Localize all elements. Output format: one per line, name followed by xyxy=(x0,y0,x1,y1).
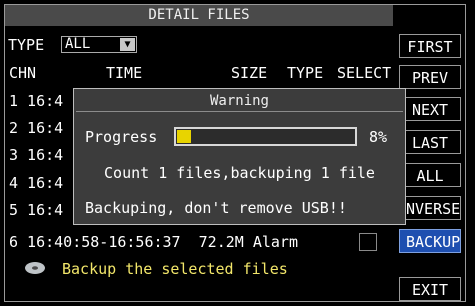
table-row[interactable]: 3 16:4 xyxy=(9,146,63,164)
table-row[interactable]: 5 16:4 xyxy=(9,201,63,219)
all-button[interactable]: ALL xyxy=(399,163,461,187)
progress-percent: 8% xyxy=(369,128,388,146)
progress-label: Progress xyxy=(85,128,158,146)
first-button[interactable]: FIRST xyxy=(399,34,461,58)
footer-hint: Backup the selected files xyxy=(62,260,288,278)
next-button[interactable]: NEXT xyxy=(399,97,461,121)
table-row[interactable]: 6 16:40:58-16:56:37 72.2M Alarm xyxy=(9,233,298,251)
chevron-down-icon[interactable]: ▼ xyxy=(120,38,135,51)
usb-warning-text: Backuping, don't remove USB!! xyxy=(85,199,347,217)
backup-count-text: Count 1 files,backuping 1 file xyxy=(104,164,375,182)
column-time: TIME xyxy=(106,64,143,82)
row-select-checkbox[interactable] xyxy=(359,233,377,251)
progress-fill xyxy=(177,130,191,143)
column-type: TYPE xyxy=(287,64,324,82)
disc-icon xyxy=(25,262,45,274)
dialog-divider xyxy=(76,111,403,112)
exit-button[interactable]: EXIT xyxy=(399,277,461,301)
backup-button[interactable]: BACKUP xyxy=(399,229,461,253)
column-chn: CHN xyxy=(9,64,37,82)
table-row[interactable]: 4 16:4 xyxy=(9,174,63,192)
window-title: DETAIL FILES xyxy=(5,5,393,26)
table-row[interactable]: 2 16:4 xyxy=(9,119,63,137)
progress-bar xyxy=(174,127,357,146)
dialog-title: Warning xyxy=(209,93,269,109)
inverse-button[interactable]: NVERSE xyxy=(399,196,461,220)
column-select: SELECT xyxy=(337,64,392,82)
prev-button[interactable]: PREV xyxy=(399,65,461,89)
type-filter-select[interactable]: ALL ▼ xyxy=(61,36,137,53)
type-filter-value: ALL xyxy=(65,36,91,52)
type-filter-label: TYPE xyxy=(8,36,45,54)
last-button[interactable]: LAST xyxy=(399,130,461,154)
warning-dialog: Warning Progress 8% Count 1 files,backup… xyxy=(73,88,406,225)
table-row[interactable]: 1 16:4 xyxy=(9,92,63,110)
column-size: SIZE xyxy=(231,64,268,82)
